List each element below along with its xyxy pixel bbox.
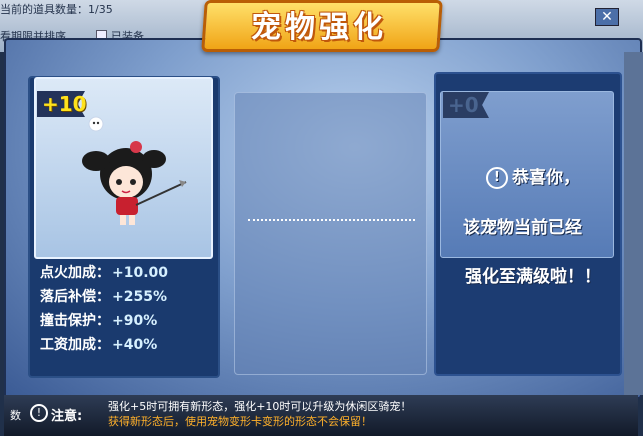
stat-salary: 工资加成： +40% bbox=[40, 334, 157, 354]
page-title: 宠物强化 bbox=[251, 10, 387, 45]
stat-label: 工资加成： bbox=[40, 337, 110, 353]
max-level-line-1: 该宠物当前已经 bbox=[463, 218, 582, 238]
side-strip bbox=[624, 52, 643, 395]
stat-label: 落后补偿： bbox=[40, 289, 110, 305]
note-line-1: 强化+5时可拥有新形态，强化+10时可以升级为休闲区骑宠！ bbox=[108, 400, 412, 413]
warning-icon: ! bbox=[30, 404, 48, 422]
bottom-left-label: 数 bbox=[10, 409, 21, 422]
material-slot[interactable] bbox=[234, 92, 427, 375]
note-line-2: 获得新形态后，使用宠物变形卡变形的形态不会保留！ bbox=[108, 415, 372, 428]
max-level-line-2: 强化至满级啦！！ bbox=[465, 267, 601, 287]
stat-label: 点火加成： bbox=[40, 265, 110, 281]
result-level: +0 bbox=[448, 93, 479, 117]
stat-catchup: 落后补偿： +255% bbox=[40, 286, 167, 306]
stat-ignition: 点火加成： +10.00 bbox=[40, 262, 168, 282]
stat-collision: 撞击保护： +90% bbox=[40, 310, 157, 330]
stat-value: +90% bbox=[112, 313, 158, 329]
info-icon: ! bbox=[486, 167, 508, 189]
stat-value: +10.00 bbox=[112, 265, 169, 281]
item-count-text: 当前的道具数量：1/35 bbox=[0, 3, 113, 16]
note-label: 注意: bbox=[51, 409, 83, 424]
close-button[interactable]: ✕ bbox=[595, 8, 619, 26]
congrats-message: ! 恭喜你， bbox=[486, 163, 580, 189]
divider bbox=[248, 219, 415, 221]
pet-level: +10 bbox=[42, 92, 87, 116]
stat-label: 撞击保护： bbox=[40, 313, 110, 329]
congrats-text: 恭喜你， bbox=[512, 168, 580, 188]
stat-value: +255% bbox=[112, 289, 167, 305]
stat-value: +40% bbox=[112, 337, 158, 353]
